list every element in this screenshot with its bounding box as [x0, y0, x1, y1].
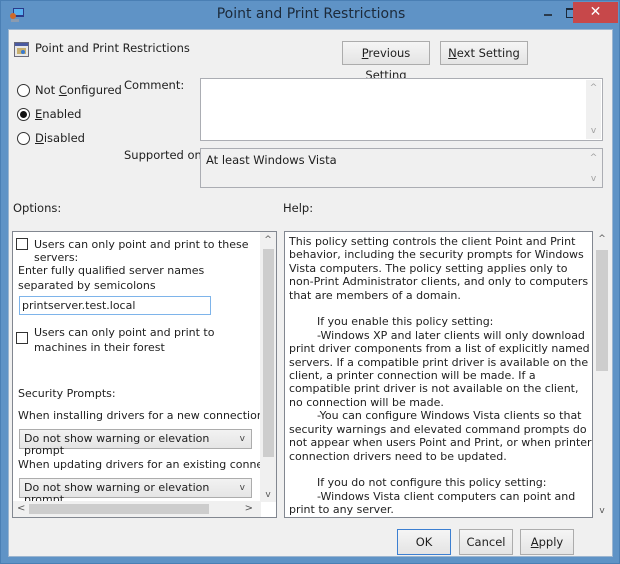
servers-input[interactable]: printserver.test.local — [19, 296, 211, 315]
help-text: This policy setting controls the client … — [289, 235, 592, 517]
check-forest-label: Users can only point and print to machin… — [34, 326, 215, 354]
scroll-down-icon[interactable]: v — [594, 506, 610, 516]
options-hscroll-thumb[interactable] — [29, 504, 209, 514]
scroll-down-icon[interactable]: v — [260, 490, 276, 500]
update-drivers-select[interactable]: Do not show warning or elevation prompt … — [19, 478, 252, 506]
radio-enabled[interactable]: Enabled — [17, 107, 82, 121]
scroll-up-icon[interactable]: ^ — [586, 153, 601, 163]
check-servers-label: Users can only point and print to these … — [34, 238, 249, 264]
minimize-icon[interactable] — [536, 2, 562, 24]
chevron-down-icon: v — [239, 434, 245, 444]
help-vscrollbar[interactable]: ^ v — [594, 231, 610, 518]
radio-label: Not Configured — [35, 83, 122, 97]
options-panel: Users can only point and print to these … — [12, 231, 277, 518]
scroll-down-icon[interactable]: v — [586, 174, 601, 184]
help-vscroll-thumb[interactable] — [596, 250, 608, 371]
previous-setting-button[interactable]: Previous Setting — [342, 41, 430, 82]
radio-not-configured[interactable]: Not Configured — [17, 83, 122, 97]
scroll-up-icon[interactable]: ^ — [260, 235, 276, 245]
security-prompts-label: Security Prompts: — [18, 387, 116, 400]
scroll-down-icon[interactable]: v — [586, 126, 601, 136]
help-label: Help: — [283, 201, 314, 215]
next-accel: N — [448, 46, 457, 60]
next-label: ext Setting — [456, 46, 520, 60]
check-forest-row[interactable]: Users can only point and print to machin… — [16, 325, 256, 355]
checkbox-forest[interactable] — [16, 332, 28, 344]
chevron-down-icon: v — [239, 483, 245, 493]
update-drivers-label: When updating drivers for an existing co… — [18, 458, 277, 471]
window-title: Point and Print Restrictions — [216, 6, 406, 22]
checkbox-servers[interactable] — [16, 238, 28, 250]
dialog-client: Point and Print Restrictions Previous Se… — [8, 29, 613, 557]
options-hscrollbar[interactable]: < > — [13, 501, 261, 517]
apply-label: pply — [538, 535, 564, 549]
help-panel: This policy setting controls the client … — [284, 231, 593, 518]
setting-icon — [14, 42, 29, 57]
supported-scrollbar[interactable]: ^ v — [586, 150, 601, 186]
options-label: Options: — [13, 201, 62, 215]
comment-textarea[interactable]: ^ v — [200, 78, 603, 141]
dialog-window: Point and Print Restrictions ✕ Point and… — [0, 0, 620, 564]
install-drivers-label: When installing drivers for a new connec… — [18, 409, 268, 422]
install-drivers-select[interactable]: Do not show warning or elevation prompt … — [19, 429, 252, 457]
apply-button[interactable]: Apply — [520, 529, 574, 555]
radio-circle[interactable] — [17, 83, 30, 97]
close-icon[interactable]: ✕ — [573, 2, 618, 23]
previous-label: revious Setting — [365, 46, 411, 82]
radio-circle-checked[interactable] — [17, 107, 30, 121]
radio-circle[interactable] — [17, 131, 30, 145]
comment-label: Comment: — [124, 78, 185, 92]
supported-on-value: At least Windows Vista — [206, 153, 337, 167]
radio-disabled[interactable]: Disabled — [17, 131, 85, 145]
next-setting-button[interactable]: Next Setting — [440, 41, 528, 65]
scroll-left-icon[interactable]: < — [17, 503, 25, 514]
supported-on-label: Supported on: — [124, 148, 206, 162]
comment-scrollbar[interactable]: ^ v — [586, 80, 601, 139]
radio-label: Enabled — [35, 107, 82, 121]
setting-title: Point and Print Restrictions — [35, 41, 190, 55]
cancel-button[interactable]: Cancel — [459, 529, 513, 555]
apply-accel: A — [530, 535, 539, 549]
options-vscrollbar[interactable]: ^ v — [260, 232, 276, 502]
install-drivers-value: Do not show warning or elevation prompt — [24, 432, 210, 457]
options-vscroll-thumb[interactable] — [263, 249, 274, 457]
supported-on-field: At least Windows Vista ^ v — [200, 148, 603, 188]
radio-label: Disabled — [35, 131, 85, 145]
check-servers-row[interactable]: Users can only point and print to these … — [16, 238, 276, 264]
servers-hint: Enter fully qualified server names separ… — [18, 264, 205, 292]
scroll-right-icon[interactable]: > — [245, 503, 253, 514]
ok-button[interactable]: OK — [397, 529, 451, 555]
title-bar[interactable]: Point and Print Restrictions ✕ — [1, 1, 620, 29]
scroll-up-icon[interactable]: ^ — [586, 83, 601, 93]
scroll-up-icon[interactable]: ^ — [594, 234, 610, 244]
